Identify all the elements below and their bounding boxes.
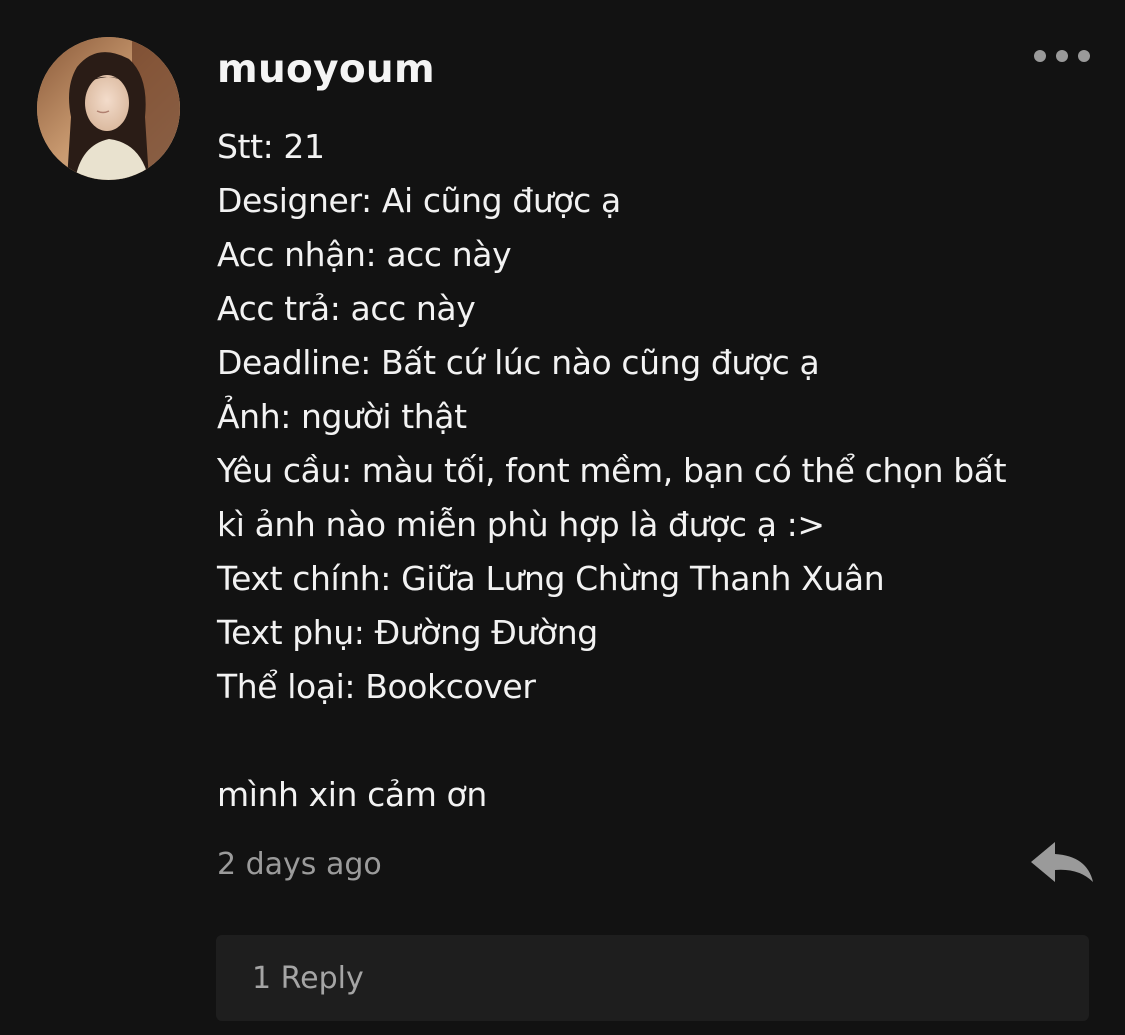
comment-line: Acc trả: acc này	[217, 289, 476, 328]
comment-line: Acc nhận: acc này	[217, 235, 512, 274]
comment-line-blank	[217, 714, 1097, 768]
comment-line: mình xin cảm ơn	[217, 775, 487, 814]
avatar-photo	[37, 37, 180, 180]
username[interactable]: muoyoum	[217, 42, 435, 98]
comment-body: Stt: 21 Designer: Ai cũng được ạ Acc nhậ…	[217, 120, 1097, 822]
comment-line: Thể loại: Bookcover	[217, 667, 536, 706]
reply-button[interactable]	[1027, 838, 1097, 890]
comment-line: Designer: Ai cũng được ạ	[217, 181, 621, 220]
comment-line: Text chính: Giữa Lưng Chừng Thanh Xuân	[217, 559, 885, 598]
comment-card: muoyoum Stt: 21 Designer: Ai cũng được ạ…	[0, 0, 1125, 1035]
comment-line: Stt: 21	[217, 127, 325, 166]
comment-line: Deadline: Bất cứ lúc nào cũng được ạ	[217, 343, 820, 382]
timestamp: 2 days ago	[217, 847, 382, 882]
comment-line: Yêu cầu: màu tối, font mềm, bạn có thể c…	[217, 451, 1007, 490]
more-options-button[interactable]	[1028, 40, 1096, 72]
comment-line: Ảnh: người thật	[217, 397, 467, 436]
reply-arrow-icon	[1031, 842, 1093, 882]
avatar[interactable]	[37, 37, 180, 180]
comment-line: Text phụ: Đường Đường	[217, 613, 598, 652]
view-replies-button[interactable]: 1 Reply	[216, 935, 1089, 1021]
replies-count-label: 1 Reply	[252, 961, 364, 996]
comment-line: kì ảnh nào miễn phù hợp là được ạ :>	[217, 505, 825, 544]
